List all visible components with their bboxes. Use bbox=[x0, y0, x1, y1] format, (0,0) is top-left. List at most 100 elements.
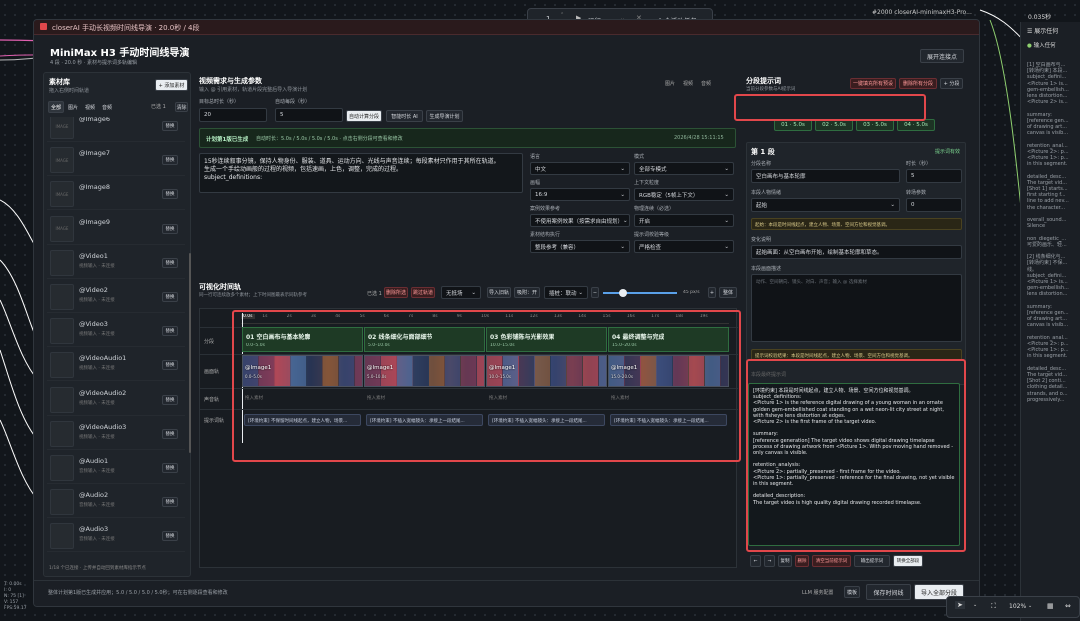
llm-config-label[interactable]: LLM 服务配置 bbox=[802, 589, 833, 596]
library-tab-3[interactable]: 音频 bbox=[99, 101, 115, 113]
segment-footer-button[interactable]: 输出提示词 bbox=[854, 555, 890, 567]
asset-replace-button[interactable]: 替换 bbox=[162, 326, 178, 337]
asset-replace-button[interactable]: 替换 bbox=[162, 292, 178, 302]
asset-thumbnail: IMAGE bbox=[50, 117, 74, 139]
option-select[interactable]: 16:9 ⌄ bbox=[530, 188, 630, 201]
segment-footer-button[interactable]: 复制 bbox=[778, 555, 792, 567]
fit-view-icon[interactable]: ⛶ bbox=[991, 602, 996, 611]
fill-presets-button[interactable]: 一键填充所有预设 bbox=[850, 78, 896, 89]
asset-replace-button[interactable]: 替换 bbox=[162, 223, 178, 234]
segment-footer-button[interactable]: 清空当前提示词 bbox=[812, 555, 851, 567]
option-select[interactable]: 严格检查 ⌄ bbox=[634, 240, 734, 253]
status-text: 整体计划第1版已生成并应用；5.0 / 5.0 / 5.0 / 5.0秒；可在右… bbox=[48, 590, 228, 596]
pointer-icon[interactable]: ➤ bbox=[955, 601, 965, 609]
delete-all-segments-button[interactable]: 删除所有分段 bbox=[899, 78, 937, 89]
segment-footer-button[interactable]: 删除 bbox=[795, 555, 809, 567]
check-video[interactable]: 视频 bbox=[683, 80, 693, 88]
check-audio[interactable]: 音频 bbox=[701, 80, 711, 88]
side-input-label: ● 输入任何 bbox=[1027, 41, 1056, 49]
segment-footer-button[interactable]: ← bbox=[750, 555, 761, 567]
gap-mode-select[interactable]: 插桩：联动 ⌄ bbox=[544, 286, 588, 299]
library-item[interactable]: @Video2 视频输入 · 未连接 替换 bbox=[47, 282, 185, 313]
app-icon bbox=[40, 23, 47, 30]
zoom-out-button[interactable]: − bbox=[591, 287, 599, 298]
asset-replace-button[interactable]: 替换 bbox=[162, 394, 178, 405]
llm-template-button[interactable]: 模板 bbox=[844, 586, 860, 598]
library-item[interactable]: @Audio3 音频输入 · 未连接 替换 bbox=[47, 521, 185, 553]
library-tab-1[interactable]: 图片 bbox=[65, 101, 81, 113]
requirement-textarea[interactable]: 15秒连续叙事分镜，保持人物身份、服装、道具、运动方向、光线与声音连续；每段素材… bbox=[199, 153, 523, 193]
side-input-label-text: 输入任何 bbox=[1033, 43, 1056, 49]
library-item[interactable]: @Audio2 音频输入 · 未连接 替换 bbox=[47, 487, 185, 519]
expand-connections-button[interactable]: 展开连接点 bbox=[920, 49, 964, 63]
zoom-in-button[interactable]: + bbox=[708, 287, 716, 298]
fit-button[interactable]: 整体 bbox=[719, 287, 737, 298]
transition-input[interactable]: 0 bbox=[906, 198, 962, 212]
check-image[interactable]: 图片 bbox=[665, 80, 675, 88]
library-item[interactable]: @Audio1 音频输入 · 未连接 替换 bbox=[47, 453, 185, 484]
library-item[interactable]: IMAGE @Image8 替换 bbox=[47, 179, 185, 211]
delete-selected-button[interactable]: 删除所选 bbox=[384, 287, 408, 298]
link-icon[interactable]: ⇔ bbox=[1065, 602, 1071, 610]
option-select[interactable]: 整段参考（兼容） ⌄ bbox=[530, 240, 630, 253]
add-segment-button[interactable]: + 分段 bbox=[940, 78, 963, 89]
option-value: 不使用案例效果（按需求自由规划） bbox=[535, 218, 624, 225]
prompt-valid-link[interactable]: 提示词有效 bbox=[935, 148, 960, 155]
smart-duration-button[interactable]: 智能时长 AI bbox=[386, 110, 423, 122]
library-item[interactable]: @VideoAudio2 视频输入 · 未连接 替换 bbox=[47, 385, 185, 416]
library-item[interactable]: @VideoAudio1 视频输入 · 未连接 替换 bbox=[47, 350, 185, 382]
description-textarea[interactable]: 动作、空间朝向、镜头、对白、声音；输入 @ 选择素材 bbox=[751, 274, 962, 342]
library-tab-0[interactable]: 全部 bbox=[48, 101, 64, 113]
library-item[interactable]: IMAGE @Image7 替换 bbox=[47, 145, 185, 177]
chevron-down-icon: ⌄ bbox=[620, 165, 625, 172]
skip-track-button[interactable]: 跳过轨道 bbox=[411, 287, 435, 298]
map-icon[interactable]: ▦ bbox=[1047, 602, 1054, 610]
library-scrollbar[interactable] bbox=[189, 253, 191, 453]
option-select[interactable]: 不使用案例效果（按需求自由规划） ⌄ bbox=[530, 214, 630, 227]
asset-replace-button[interactable]: 替换 bbox=[162, 257, 178, 268]
import-track-button[interactable]: 导入旧轨 bbox=[487, 287, 511, 298]
save-timeline-button[interactable]: 保存时间线 bbox=[866, 584, 911, 600]
segment-duration-input[interactable]: 5 bbox=[275, 108, 343, 122]
asset-replace-button[interactable]: 替换 bbox=[162, 189, 178, 200]
library-item[interactable]: IMAGE @Image9 替换 bbox=[47, 214, 185, 245]
option-select[interactable]: RGB稳定（5帧上下文） ⌄ bbox=[634, 188, 734, 201]
library-item[interactable]: @VideoAudio3 视频输入 · 未连接 替换 bbox=[47, 419, 185, 450]
library-item[interactable]: @Video1 视频输入 · 未连接 替换 bbox=[47, 248, 185, 279]
asset-replace-button[interactable]: 替换 bbox=[162, 428, 178, 439]
canvas-toolbar: ➤ ⌄ ⛶ 102% ⌄ ▦ ⇔ bbox=[946, 596, 1080, 618]
asset-replace-button[interactable]: 替换 bbox=[162, 360, 178, 371]
option-value: 严格检查 bbox=[639, 244, 662, 251]
field-mode-select[interactable]: 无抵场 ⌄ bbox=[441, 286, 481, 299]
library-item[interactable]: @Video3 视频输入 · 未连接 替换 bbox=[47, 316, 185, 348]
segment-footer-button[interactable]: 转换全部段 bbox=[893, 555, 923, 567]
segment-footer-button[interactable]: → bbox=[764, 555, 775, 567]
library-clear-button[interactable]: 清除 bbox=[175, 102, 188, 112]
generate-plan-button[interactable]: 生成导演计划 bbox=[426, 110, 463, 122]
option-select[interactable]: 开启 ⌄ bbox=[634, 214, 734, 227]
asset-replace-button[interactable]: 替换 bbox=[162, 531, 178, 542]
option-select[interactable]: 中文 ⌄ bbox=[530, 162, 630, 175]
option-select[interactable]: 全部专模式 ⌄ bbox=[634, 162, 734, 175]
asset-replace-button[interactable]: 替换 bbox=[162, 155, 178, 166]
asset-replace-button[interactable]: 替换 bbox=[162, 497, 178, 508]
total-duration-input[interactable]: 20 bbox=[199, 108, 267, 122]
add-asset-button[interactable]: + 添加素材 bbox=[155, 79, 188, 91]
zoom-slider[interactable] bbox=[603, 289, 677, 297]
asset-replace-button[interactable]: 替换 bbox=[162, 463, 178, 473]
zoom-dropdown-icon[interactable]: ⌄ bbox=[1028, 603, 1032, 609]
segment-duration-field[interactable]: 5 bbox=[906, 169, 962, 183]
asset-type-badge: IMAGE bbox=[55, 123, 69, 129]
auto-split-button[interactable]: 自动计算分段 bbox=[346, 110, 382, 122]
library-tab-2[interactable]: 视频 bbox=[82, 101, 98, 113]
segment-name-input[interactable]: 空白画布与基本轮廓 bbox=[751, 169, 900, 183]
change-input[interactable]: 起始画面：从空白画布开始，绘制基本轮廓和草态。 bbox=[751, 245, 962, 259]
perf-stat: FPS:59.17 bbox=[4, 606, 27, 611]
zoom-slider-handle[interactable] bbox=[619, 289, 627, 297]
snap-toggle[interactable]: 吸附：开 bbox=[514, 287, 540, 298]
library-item[interactable]: IMAGE @Image6 替换 bbox=[47, 117, 185, 142]
asset-replace-button[interactable]: 替换 bbox=[162, 121, 178, 131]
scene-mood-select[interactable]: 起始 ⌄ bbox=[751, 198, 900, 212]
pointer-dropdown-icon[interactable]: ⌄ bbox=[973, 602, 977, 608]
zoom-level[interactable]: 102% bbox=[1009, 603, 1026, 610]
